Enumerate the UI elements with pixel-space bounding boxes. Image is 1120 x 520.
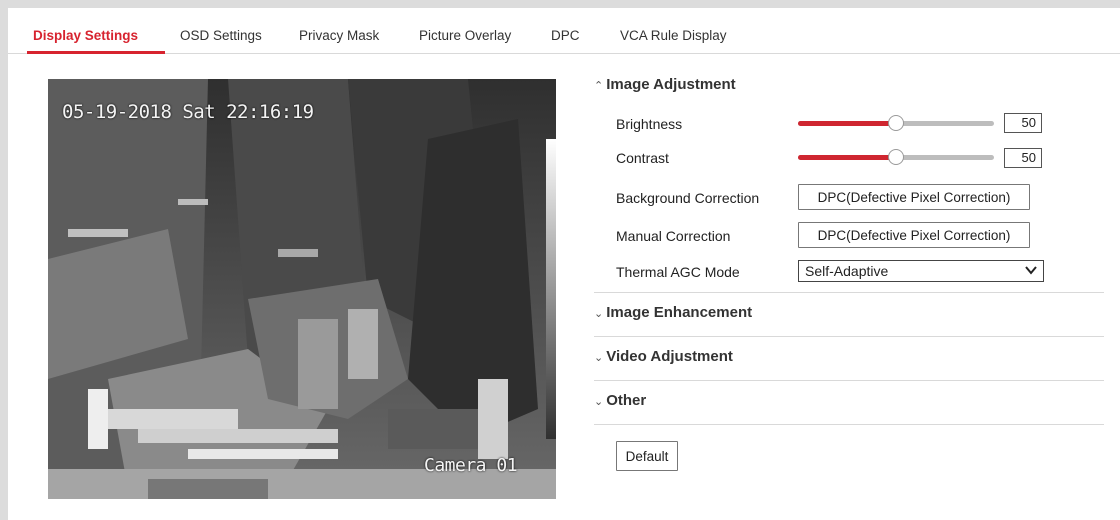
- chevron-down-icon: ⌄: [594, 352, 604, 364]
- chevron-up-icon: ⌃: [594, 80, 604, 92]
- osd-camera-name: Camera 01: [424, 455, 518, 476]
- tab-privacy-mask[interactable]: Privacy Mask: [299, 28, 379, 43]
- manual-correction-label: Manual Correction: [616, 228, 731, 244]
- video-adjustment-title: Video Adjustment: [606, 348, 733, 365]
- contrast-value-input[interactable]: 50: [1004, 148, 1042, 168]
- contrast-label: Contrast: [616, 150, 669, 166]
- agc-mode-select[interactable]: Self-Adaptive: [798, 260, 1044, 282]
- tab-dpc[interactable]: DPC: [551, 28, 580, 43]
- slider-fill: [798, 121, 896, 126]
- other-title: Other: [606, 392, 647, 409]
- temperature-scale-bar: [546, 139, 556, 439]
- image-adjustment-header[interactable]: ⌃ Image Adjustment: [594, 76, 736, 93]
- image-adjustment-title: Image Adjustment: [606, 76, 736, 93]
- tab-vca-rule-display[interactable]: VCA Rule Display: [620, 28, 727, 43]
- thermal-image: [48, 79, 556, 499]
- agc-mode-label: Thermal AGC Mode: [616, 264, 740, 280]
- brightness-label: Brightness: [616, 116, 683, 132]
- slider-thumb[interactable]: [888, 149, 904, 165]
- section-divider: [594, 292, 1104, 293]
- window-top-border: [0, 0, 1120, 8]
- chevron-down-icon: ⌄: [594, 308, 604, 320]
- default-button[interactable]: Default: [616, 441, 678, 471]
- tab-picture-overlay[interactable]: Picture Overlay: [419, 28, 511, 43]
- agc-mode-selected-value: Self-Adaptive: [805, 263, 889, 279]
- tab-bar: Display Settings OSD Settings Privacy Ma…: [8, 8, 1120, 54]
- osd-timestamp: 05-19-2018 Sat 22:16:19: [62, 101, 314, 123]
- image-enhancement-header[interactable]: ⌄ Image Enhancement: [594, 304, 752, 321]
- chevron-down-icon: ⌄: [594, 396, 604, 408]
- section-divider: [594, 336, 1104, 337]
- background-correction-button[interactable]: DPC(Defective Pixel Correction): [798, 184, 1030, 210]
- manual-correction-button[interactable]: DPC(Defective Pixel Correction): [798, 222, 1030, 248]
- contrast-slider[interactable]: [798, 149, 994, 165]
- brightness-slider[interactable]: [798, 115, 994, 131]
- section-divider: [594, 380, 1104, 381]
- brightness-value-input[interactable]: 50: [1004, 113, 1042, 133]
- chevron-down-icon: [1025, 266, 1037, 275]
- image-enhancement-title: Image Enhancement: [606, 304, 753, 321]
- video-adjustment-header[interactable]: ⌄ Video Adjustment: [594, 348, 733, 365]
- slider-fill: [798, 155, 896, 160]
- section-divider: [594, 424, 1104, 425]
- slider-thumb[interactable]: [888, 115, 904, 131]
- tab-display-settings[interactable]: Display Settings: [33, 28, 138, 43]
- live-video-preview[interactable]: 05-19-2018 Sat 22:16:19 Camera 01: [48, 79, 556, 499]
- window-left-border: [0, 0, 8, 520]
- active-tab-indicator: [27, 51, 165, 54]
- other-header[interactable]: ⌄ Other: [594, 392, 646, 409]
- background-correction-label: Background Correction: [616, 190, 760, 206]
- tab-osd-settings[interactable]: OSD Settings: [180, 28, 262, 43]
